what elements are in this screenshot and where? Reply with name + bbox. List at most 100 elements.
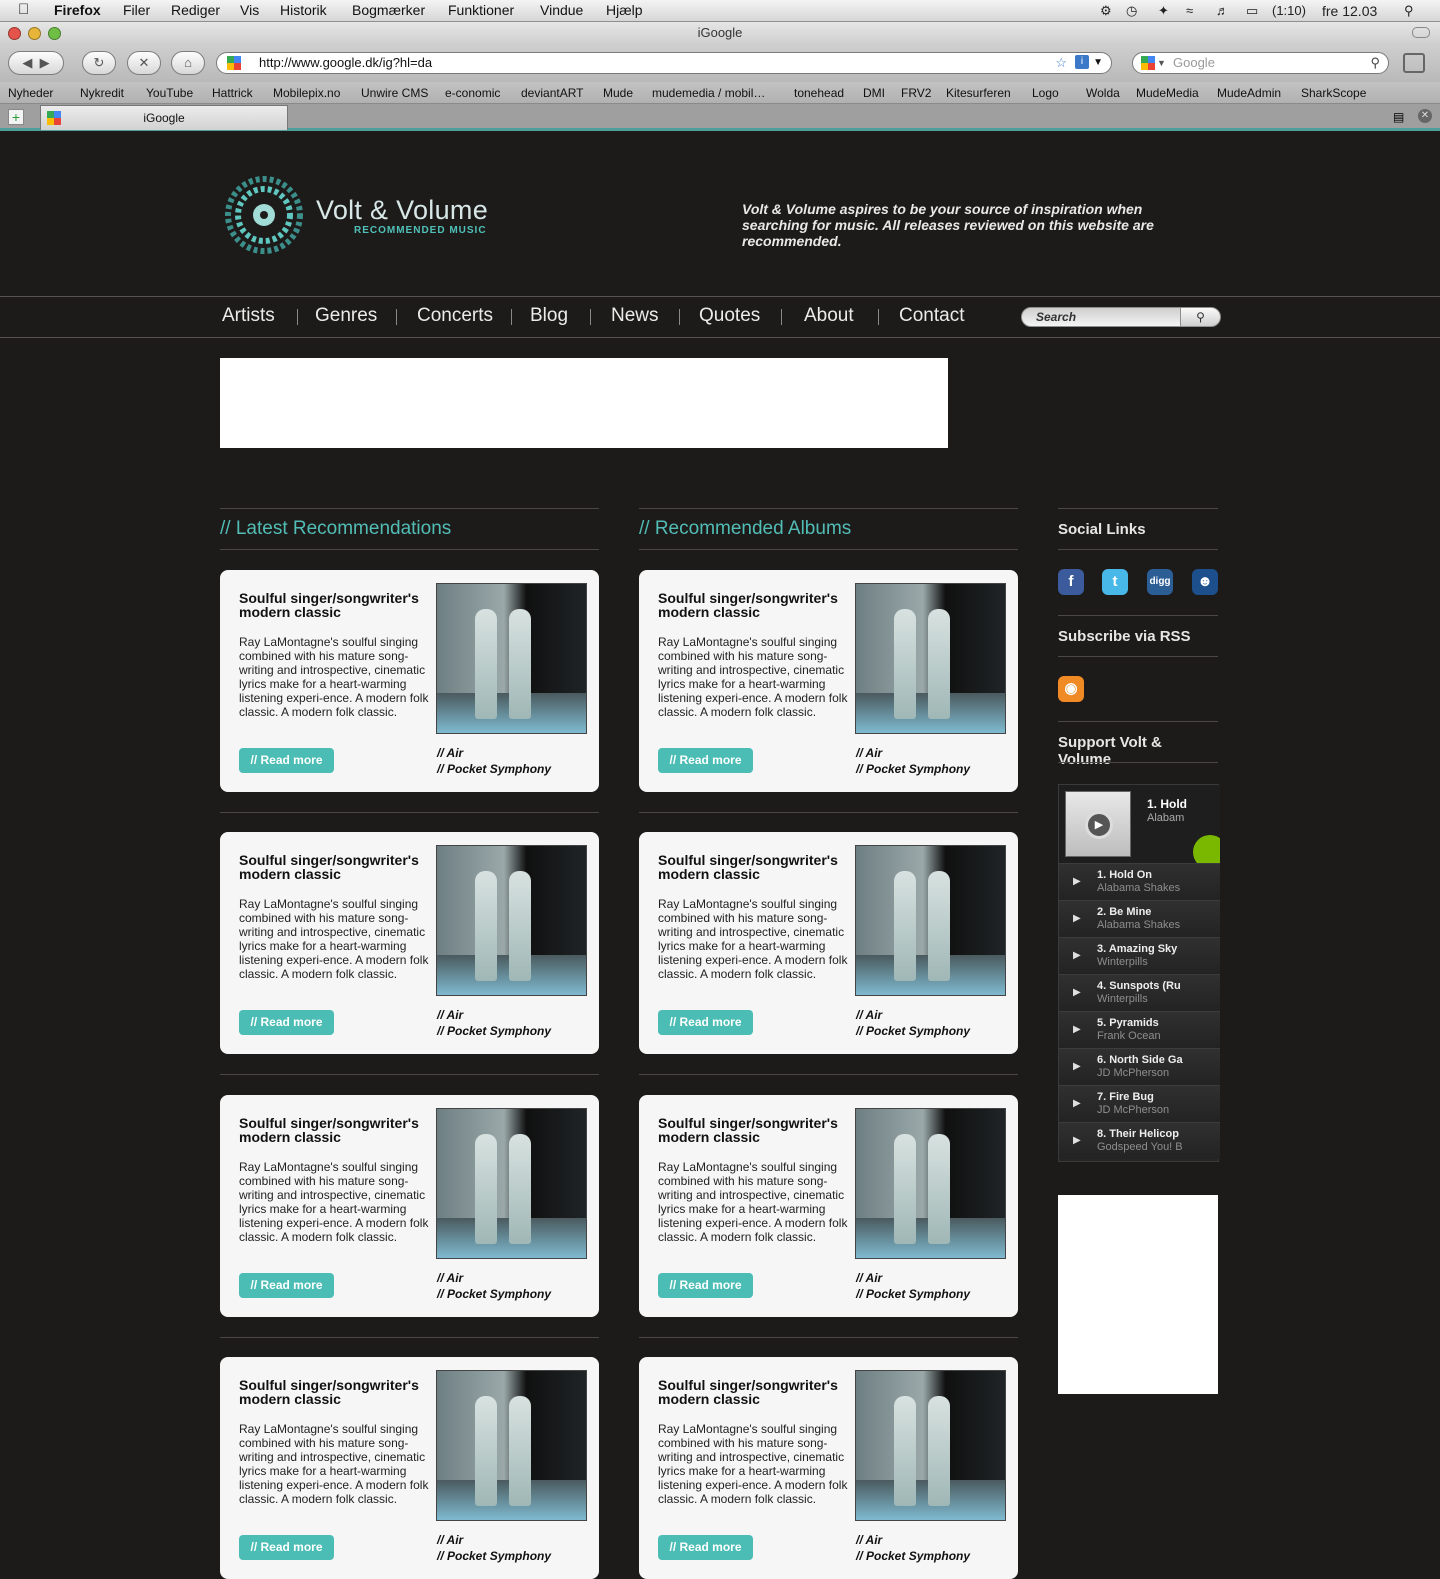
info-icon[interactable]: i [1075, 55, 1089, 69]
volume-icon[interactable]: ♬ [1216, 3, 1229, 18]
new-tab-icon[interactable]: + [8, 109, 24, 125]
card-artist[interactable]: // Air [856, 1007, 970, 1023]
site-search-button[interactable]: ⚲ [1180, 307, 1221, 327]
minimize-window-icon[interactable] [28, 27, 41, 40]
card-album[interactable]: // Pocket Symphony [856, 1023, 970, 1039]
bookmark-item[interactable]: Mude [603, 86, 633, 100]
bookmark-item[interactable]: Kitesurferen [946, 86, 1011, 100]
menu-item-hjaelp[interactable]: Hjælp [606, 2, 643, 18]
wifi-icon[interactable]: ≈ [1186, 3, 1193, 18]
read-more-button[interactable]: // Read more [658, 1273, 753, 1298]
bookmark-item[interactable]: Unwire CMS [361, 86, 428, 100]
nav-blog[interactable]: Blog [530, 305, 568, 327]
menubar-clock[interactable]: fre 12.03 [1322, 3, 1377, 19]
recommendation-card[interactable]: Soulful singer/songwriter's modern class… [220, 1357, 599, 1579]
card-album[interactable]: // Pocket Symphony [437, 1548, 551, 1564]
album-art-image[interactable] [855, 1370, 1006, 1521]
album-art-image[interactable] [855, 1108, 1006, 1259]
twitter-icon[interactable]: t [1102, 569, 1128, 595]
recommendation-card[interactable]: Soulful singer/songwriter's modern class… [639, 1357, 1018, 1579]
track-row[interactable]: ▶ 2. Be Mine Alabama Shakes [1059, 900, 1220, 937]
banner-ad[interactable] [220, 358, 948, 448]
rss-icon[interactable]: ◉ [1058, 676, 1084, 702]
url-bar[interactable]: http://www.google.dk/ig?hl=da ☆ i ▼ [216, 52, 1112, 74]
tab-view-icon[interactable] [1403, 53, 1425, 73]
card-title[interactable]: Soulful singer/songwriter's modern class… [239, 1378, 429, 1406]
bookmark-item[interactable]: DMI [863, 86, 885, 100]
read-more-button[interactable]: // Read more [658, 1010, 753, 1035]
card-artist[interactable]: // Air [437, 1270, 551, 1286]
track-play-icon[interactable]: ▶ [1073, 987, 1081, 998]
card-title[interactable]: Soulful singer/songwriter's modern class… [658, 1378, 848, 1406]
bookmark-item[interactable]: Nyheder [8, 86, 53, 100]
stop-button[interactable]: ✕ [127, 51, 161, 75]
apple-icon[interactable]:  [18, 1, 29, 18]
menu-item-historik[interactable]: Historik [280, 2, 327, 18]
card-title[interactable]: Soulful singer/songwriter's modern class… [658, 1116, 848, 1144]
search-engine-box[interactable]: ▼ Google ⚲ [1132, 52, 1389, 74]
bookmark-item[interactable]: MudeAdmin [1217, 86, 1281, 100]
bookmark-item[interactable]: mudemedia / mobil… [652, 86, 765, 100]
time-machine-icon[interactable]: ◷ [1126, 3, 1137, 19]
card-album[interactable]: // Pocket Symphony [437, 1023, 551, 1039]
back-forward-buttons[interactable]: ◀ ▶ [8, 51, 64, 75]
sync-icon[interactable]: ⚙ [1100, 3, 1112, 19]
recommendation-card[interactable]: Soulful singer/songwriter's modern class… [639, 1095, 1018, 1317]
search-icon[interactable]: ⚲ [1370, 53, 1380, 73]
site-brand[interactable]: Volt & Volume [316, 195, 488, 226]
sidebar-ad[interactable] [1058, 1195, 1218, 1394]
card-artist[interactable]: // Air [437, 745, 551, 761]
recommendation-card[interactable]: Soulful singer/songwriter's modern class… [220, 832, 599, 1054]
play-icon[interactable]: ▶ [1085, 811, 1113, 839]
recommendation-card[interactable]: Soulful singer/songwriter's modern class… [639, 570, 1018, 792]
tab-igoogle[interactable]: iGoogle [40, 105, 288, 130]
menu-item-vis[interactable]: Vis [240, 2, 259, 18]
volt-volume-logo-icon[interactable] [222, 173, 306, 257]
bookmark-item[interactable]: SharkScope [1301, 86, 1366, 100]
reload-button[interactable]: ↻ [82, 51, 116, 75]
track-play-icon[interactable]: ▶ [1073, 913, 1081, 924]
album-art-image[interactable] [436, 845, 587, 996]
album-art-image[interactable] [436, 1370, 587, 1521]
engine-dropdown-icon[interactable]: ▼ [1157, 53, 1166, 73]
album-cover[interactable]: ▶ [1065, 791, 1131, 857]
bookmark-item[interactable]: YouTube [146, 86, 193, 100]
track-play-icon[interactable]: ▶ [1073, 950, 1081, 961]
nav-news[interactable]: News [611, 305, 659, 327]
recommendation-card[interactable]: Soulful singer/songwriter's modern class… [220, 570, 599, 792]
track-play-icon[interactable]: ▶ [1073, 1135, 1081, 1146]
track-play-icon[interactable]: ▶ [1073, 876, 1081, 887]
track-row[interactable]: ▶ 7. Fire Bug JD McPherson [1059, 1085, 1220, 1122]
recommendation-card[interactable]: Soulful singer/songwriter's modern class… [639, 832, 1018, 1054]
bluetooth-icon[interactable]: ✦ [1158, 3, 1169, 19]
card-album[interactable]: // Pocket Symphony [856, 1548, 970, 1564]
bookmark-item[interactable]: Logo [1032, 86, 1059, 100]
card-artist[interactable]: // Air [437, 1532, 551, 1548]
toolbar-toggle-icon[interactable] [1412, 27, 1430, 38]
spotlight-icon[interactable]: ⚲ [1404, 3, 1414, 19]
track-row[interactable]: ▶ 8. Their Helicop Godspeed You! B [1059, 1122, 1220, 1159]
myspace-icon[interactable]: ☻ [1192, 569, 1218, 595]
recommendation-card[interactable]: Soulful singer/songwriter's modern class… [220, 1095, 599, 1317]
nav-concerts[interactable]: Concerts [417, 305, 493, 327]
zoom-window-icon[interactable] [48, 27, 61, 40]
read-more-button[interactable]: // Read more [239, 1010, 334, 1035]
bookmark-item[interactable]: MudeMedia [1136, 86, 1199, 100]
track-play-icon[interactable]: ▶ [1073, 1024, 1081, 1035]
nav-about[interactable]: About [804, 305, 854, 327]
home-button[interactable]: ⌂ [171, 51, 205, 75]
nav-artists[interactable]: Artists [222, 305, 275, 327]
menu-app-name[interactable]: Firefox [54, 2, 101, 18]
card-title[interactable]: Soulful singer/songwriter's modern class… [658, 853, 848, 881]
card-artist[interactable]: // Air [856, 1532, 970, 1548]
site-search-input[interactable]: Search [1021, 307, 1181, 327]
card-title[interactable]: Soulful singer/songwriter's modern class… [658, 591, 848, 619]
track-row[interactable]: ▶ 4. Sunspots (Ru Winterpills [1059, 974, 1220, 1011]
google-engine-icon[interactable] [1141, 56, 1155, 70]
battery-icon[interactable]: ▭ [1246, 3, 1258, 19]
bookmark-item[interactable]: FRV2 [901, 86, 931, 100]
bookmark-item[interactable]: Mobilepix.no [273, 86, 340, 100]
bookmark-item[interactable]: Wolda [1086, 86, 1120, 100]
card-album[interactable]: // Pocket Symphony [437, 761, 551, 777]
album-art-image[interactable] [436, 1108, 587, 1259]
